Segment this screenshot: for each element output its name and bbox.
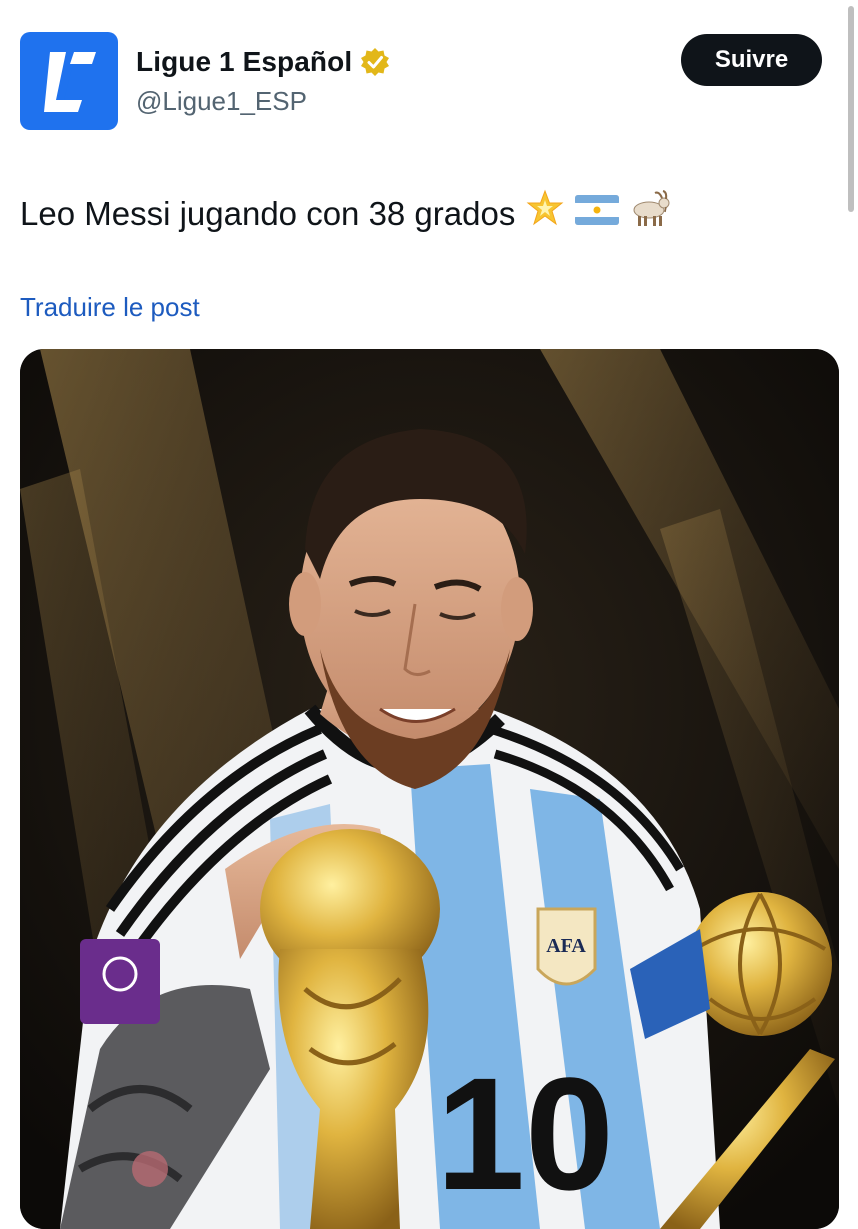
tweet-header: Ligue 1 Español @Ligue1_ESP Suivre (20, 32, 822, 132)
verified-badge-icon (361, 48, 390, 76)
tweet-photo[interactable]: AFA 10 (20, 349, 839, 1229)
follow-button[interactable]: Suivre (681, 34, 822, 86)
glowing-star-icon (525, 188, 565, 239)
ligue1-logo-icon (44, 52, 96, 112)
svg-text:AFA: AFA (546, 935, 586, 957)
afa-crest-badge: AFA (536, 907, 597, 986)
tweet-text: Leo Messi jugando con 38 grados (20, 188, 673, 239)
messi-trophy-photo: AFA 10 (20, 349, 839, 1229)
translate-post-link[interactable]: Traduire le post (20, 292, 200, 323)
scrollbar[interactable] (848, 6, 854, 212)
argentina-flag-icon (575, 192, 620, 236)
tweet-body: Leo Messi jugando con 38 grados (20, 194, 516, 232)
avatar[interactable] (20, 32, 118, 130)
account-handle[interactable]: @Ligue1_ESP (136, 86, 390, 117)
display-name[interactable]: Ligue 1 Español (136, 46, 352, 78)
svg-text:10: 10 (436, 1044, 614, 1223)
account-names: Ligue 1 Español @Ligue1_ESP (136, 44, 390, 117)
goat-icon (629, 188, 673, 239)
